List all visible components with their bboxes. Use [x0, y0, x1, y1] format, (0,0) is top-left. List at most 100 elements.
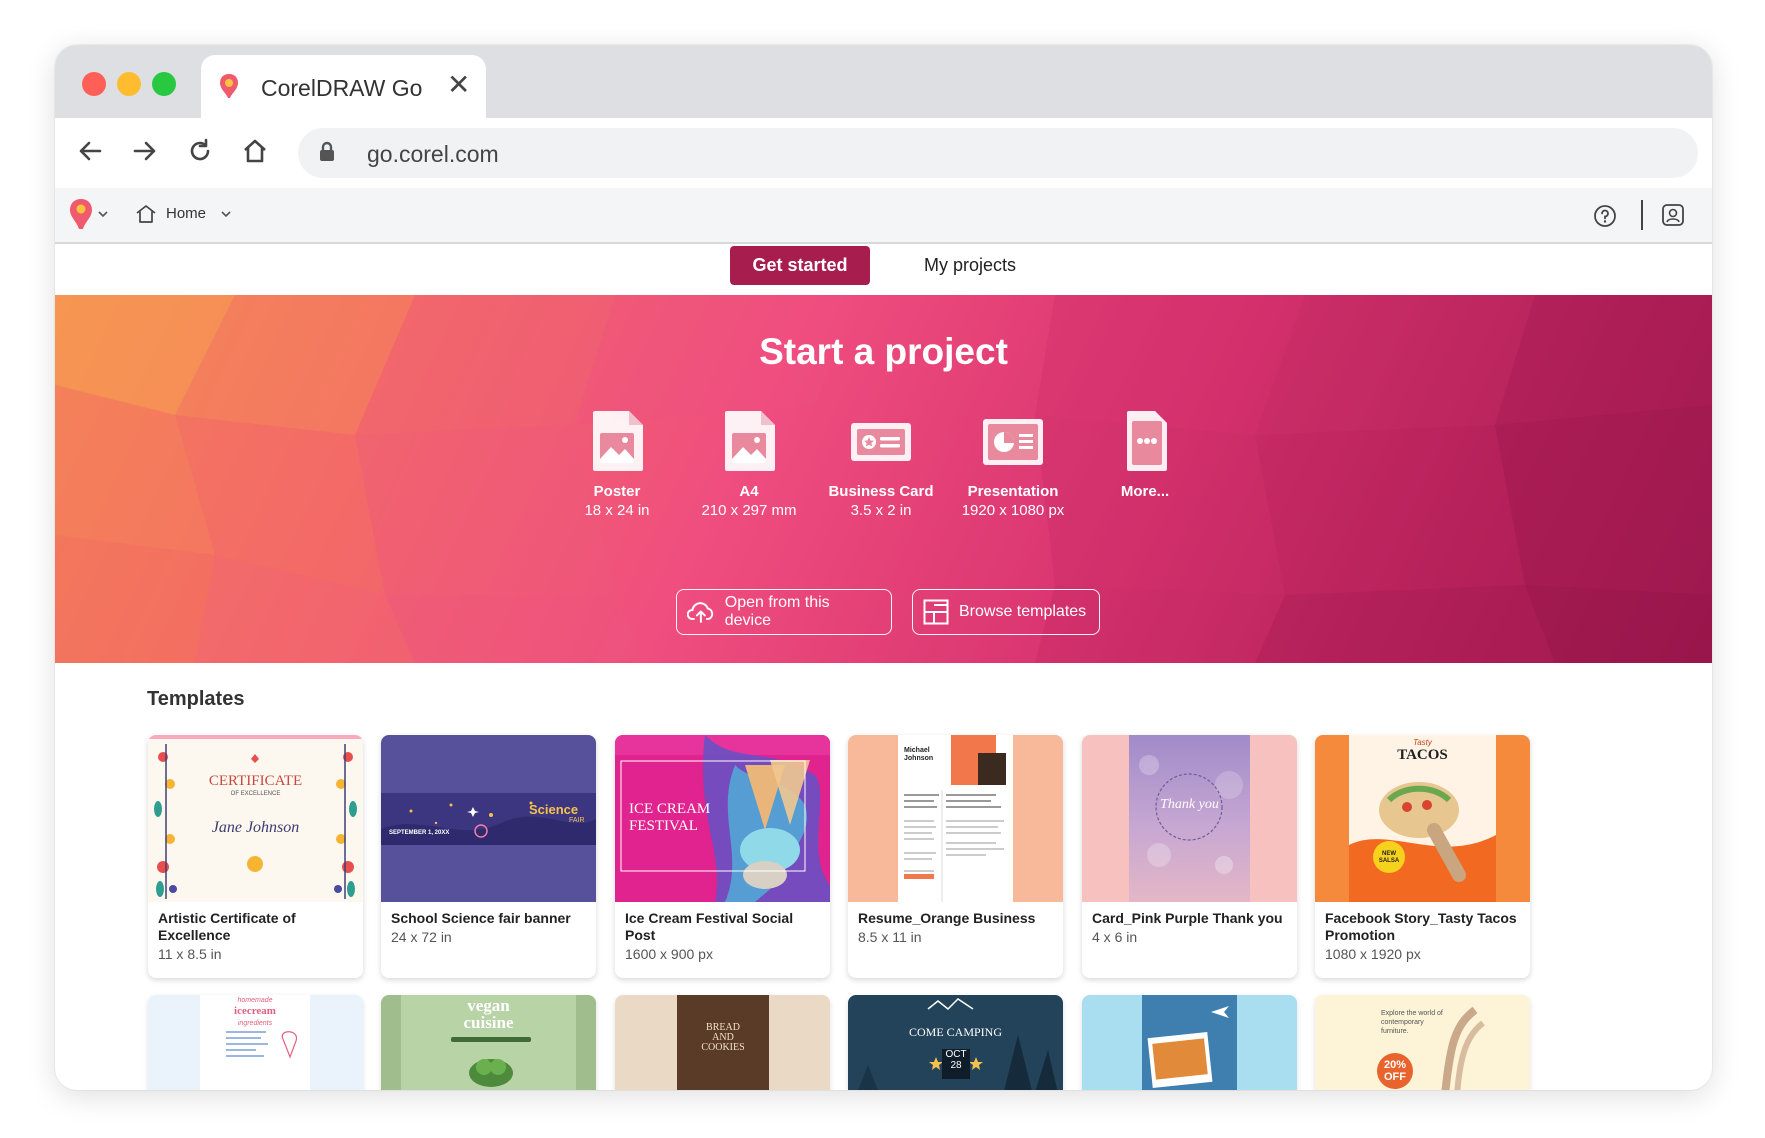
certificate-title: CERTIFICATE: [208, 773, 303, 789]
open-from-device-label: Open from this device: [724, 594, 830, 629]
template-size: 24 x 72 in: [391, 929, 452, 945]
template-thumbnail: Science FAIR SEPTEMBER 1, 20XX: [381, 735, 596, 902]
science-fair: FAIR: [569, 817, 585, 824]
browser-tab[interactable]: CorelDRAW Go ✕: [201, 55, 486, 118]
template-card-come-camping[interactable]: COME CAMPING OCT 28: [848, 995, 1063, 1090]
address-bar-row: go.corel.com: [55, 118, 1712, 188]
home-icon: [136, 205, 156, 223]
more-icon: [1127, 411, 1167, 471]
ingredients-text: ingredients: [237, 1020, 273, 1027]
help-icon[interactable]: [1593, 204, 1617, 228]
template-card-furniture[interactable]: Explore the world of contemporary furnit…: [1315, 995, 1530, 1090]
hero-title: Start a project: [759, 331, 1008, 372]
camping-month: OCT: [945, 1049, 967, 1060]
certificate-subtitle: OF EXCELLENCE: [230, 791, 281, 797]
template-card-vegan-cuisine[interactable]: vegan cuisine: [381, 995, 596, 1090]
app-menu-button[interactable]: [69, 198, 109, 232]
maximize-window-button[interactable]: [152, 72, 176, 96]
close-window-button[interactable]: [82, 72, 106, 96]
preset-more[interactable]: More...: [1065, 409, 1225, 500]
template-name: Facebook Story_Tasty Tacos Promotion: [1325, 910, 1517, 943]
science-date: SEPTEMBER 1, 20XX: [389, 830, 450, 836]
template-name: School Science fair banner: [391, 910, 571, 926]
templates-heading: Templates: [147, 688, 245, 710]
presentation-icon: [983, 419, 1043, 465]
homemade-text: homemade: [237, 997, 273, 1004]
camping-day: 28: [950, 1060, 962, 1071]
business-card-icon: [851, 423, 911, 461]
template-card-travel[interactable]: [1082, 995, 1297, 1090]
browse-templates-button[interactable]: Browse templates: [912, 589, 1100, 635]
start-project-banner: Start a project Poster 18 x 24 in A4 210: [55, 295, 1712, 663]
toolbar-divider: [1641, 200, 1643, 230]
camping-date-badge: OCT 28: [942, 1049, 970, 1079]
preset-label: More...: [1120, 483, 1170, 500]
airplane-icon: [1211, 1006, 1229, 1018]
templates-layout-icon: [923, 599, 949, 625]
icecream-heading: icecream: [234, 1005, 276, 1017]
vegan-word: vegan: [467, 996, 510, 1015]
template-size: 11 x 8.5 in: [158, 946, 222, 962]
tab-my-projects[interactable]: My projects: [900, 246, 1040, 285]
tacos-promo: NEW SALSA: [1378, 851, 1400, 864]
template-card-icecream-post[interactable]: ICE CREAM FESTIVAL Ice Cream Festival So…: [615, 735, 830, 978]
vegan-cuisine-title: vegan cuisine: [401, 997, 576, 1031]
template-size: 4 x 6 in: [1092, 929, 1138, 945]
template-size: 8.5 x 11 in: [858, 929, 922, 945]
icecream-line2: FESTIVAL: [629, 818, 698, 834]
cuisine-word: cuisine: [463, 1013, 514, 1032]
cookies-word: COOKIES: [701, 1042, 745, 1053]
forward-arrow-icon[interactable]: [125, 131, 165, 171]
reload-icon[interactable]: [180, 131, 220, 171]
open-from-device-button[interactable]: Open from this device: [676, 589, 892, 635]
science-title: Science: [529, 802, 579, 817]
back-arrow-icon[interactable]: [70, 131, 110, 171]
minimize-window-button[interactable]: [117, 72, 141, 96]
chevron-down-icon: [98, 211, 108, 218]
template-card-tacos-story[interactable]: Tasty TACOS NEW SALSA Facebook Story_Tas…: [1315, 735, 1530, 978]
tacos-brand: Tasty: [1413, 738, 1432, 747]
tacos-title: TACOS: [1397, 747, 1448, 763]
template-size: 1600 x 900 px: [625, 946, 713, 962]
tab-get-started[interactable]: Get started: [730, 246, 870, 285]
coreldraw-logo-icon: [70, 199, 92, 229]
app-toolbar: Home: [55, 188, 1712, 244]
template-card-thank-you[interactable]: Thank you Card_Pink Purple Thank you 4 x…: [1082, 735, 1297, 978]
chevron-down-icon: [221, 211, 231, 218]
cloud-upload-icon: [687, 602, 714, 623]
home-label: Home: [166, 205, 207, 222]
discount-badge: 20% OFF: [1377, 1053, 1413, 1089]
home-icon[interactable]: [235, 131, 275, 171]
template-thumbnail: CERTIFICATE OF EXCELLENCE Jane Johnson: [148, 735, 363, 902]
icecream-title: ICE CREAM FESTIVAL: [629, 801, 710, 835]
template-size: 1080 x 1920 px: [1325, 946, 1421, 962]
icecream-line1: ICE CREAM: [629, 801, 711, 817]
discount-percent: 20%: [1383, 1059, 1407, 1071]
account-icon[interactable]: [1661, 203, 1685, 227]
template-name: Ice Cream Festival Social Post: [625, 910, 794, 943]
template-card-homemade-icecream[interactable]: homemade icecream ingredients: [148, 995, 363, 1090]
certificate-name: Jane Johnson: [211, 819, 300, 836]
template-card-resume[interactable]: Michael Johnson Resume_Orange Business 8…: [848, 735, 1063, 978]
template-card-science-banner[interactable]: Science FAIR SEPTEMBER 1, 20XX School Sc…: [381, 735, 596, 978]
template-thumbnail: Thank you: [1082, 735, 1297, 902]
coreldraw-logo-icon: [220, 74, 238, 98]
template-card-certificate[interactable]: CERTIFICATE OF EXCELLENCE Jane Johnson A…: [148, 735, 363, 978]
browser-window: CorelDRAW Go ✕ go.corel.com Home Get sta…: [55, 45, 1712, 1090]
browse-templates-label: Browse templates: [959, 603, 1087, 620]
lock-icon: [320, 141, 334, 161]
thank-you-text: Thank you: [1160, 797, 1219, 812]
close-tab-icon[interactable]: ✕: [447, 71, 470, 99]
home-dropdown[interactable]: Home: [135, 200, 245, 230]
template-thumbnail: Tasty TACOS NEW SALSA: [1315, 735, 1530, 902]
template-name: Card_Pink Purple Thank you: [1092, 910, 1283, 926]
bread-cookies-title: BREAD AND COOKIES: [677, 1023, 769, 1053]
template-name: Artistic Certificate of Excellence: [158, 910, 296, 943]
template-name: Resume_Orange Business: [858, 910, 1036, 926]
template-card-bread-cookies[interactable]: BREAD AND COOKIES: [615, 995, 830, 1090]
camping-title: COME CAMPING: [908, 1025, 1002, 1039]
url-field[interactable]: go.corel.com: [298, 128, 1698, 178]
discount-off: OFF: [1384, 1071, 1406, 1083]
image-file-icon: [593, 411, 643, 471]
resume-name: Michael Johnson: [904, 747, 934, 762]
